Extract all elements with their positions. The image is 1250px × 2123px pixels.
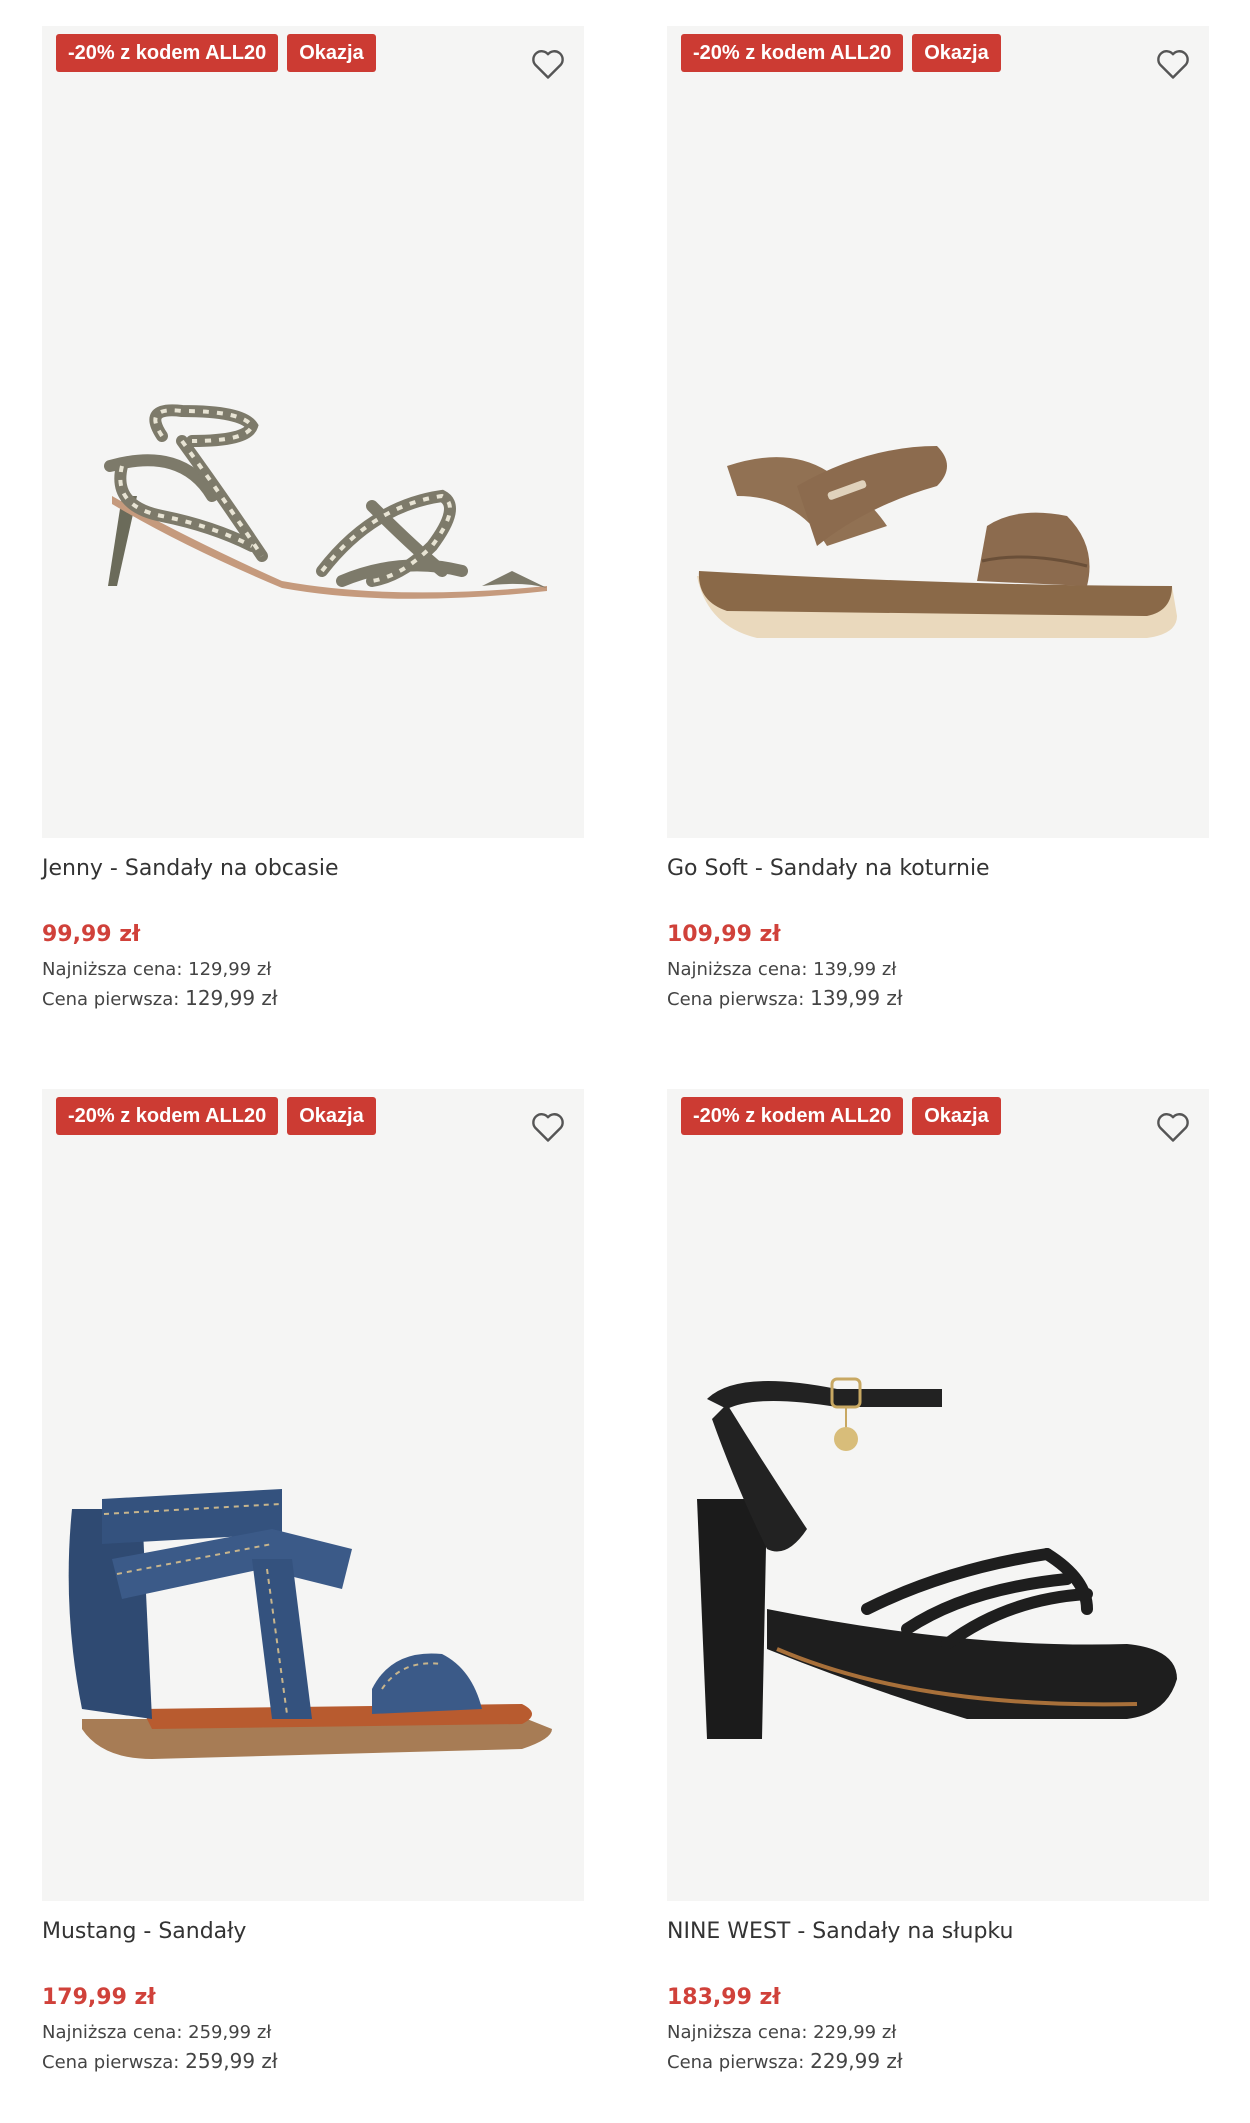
lowest-price-label: Najniższa cena:: [42, 959, 183, 980]
badge-group: -20% z kodem ALL20 Okazja: [56, 1097, 376, 1135]
first-price-label: Cena pierwsza:: [42, 989, 180, 1010]
deal-badge: Okazja: [912, 34, 1001, 72]
product-image[interactable]: -20% z kodem ALL20 Okazja: [667, 26, 1209, 838]
heart-icon[interactable]: [528, 44, 568, 84]
lowest-price-value: 259,99 zł: [188, 2022, 272, 2043]
lowest-price-value: 229,99 zł: [813, 2022, 897, 2043]
denim-sandal-image: [68, 1489, 552, 1759]
lowest-price-row: Najniższa cena: 129,99 zł Cena pierwsza:…: [42, 956, 584, 1014]
product-price: 109,99 zł: [667, 922, 781, 947]
product-title[interactable]: Mustang - Sandały: [42, 1917, 584, 1947]
promo-badge: -20% z kodem ALL20: [681, 34, 904, 72]
product-price: 183,99 zł: [667, 1985, 781, 2010]
product-card[interactable]: -20% z kodem ALL20 Okazja Jenny - Sandał…: [42, 26, 584, 1014]
product-title[interactable]: Go Soft - Sandały na koturnie: [667, 854, 1209, 884]
first-price-label: Cena pierwsza:: [667, 2052, 805, 2073]
block-heel-sandal-image: [697, 1377, 1177, 1739]
lowest-price-value: 129,99 zł: [188, 959, 272, 980]
strappy-heel-sandal-image: [104, 404, 547, 599]
deal-badge: Okazja: [287, 1097, 376, 1135]
first-price-label: Cena pierwsza:: [42, 2052, 180, 2073]
product-card[interactable]: -20% z kodem ALL20 Okazja Mustang - Sand…: [42, 1089, 584, 2077]
lowest-price-row: Najniższa cena: 139,99 zł Cena pierwsza:…: [667, 956, 1209, 1014]
badge-group: -20% z kodem ALL20 Okazja: [681, 34, 1001, 72]
lowest-price-label: Najniższa cena:: [667, 959, 808, 980]
lowest-price-row: Najniższa cena: 259,99 zł Cena pierwsza:…: [42, 2019, 584, 2077]
first-price-value: 129,99 zł: [185, 986, 278, 1010]
lowest-price-label: Najniższa cena:: [42, 2022, 183, 2043]
product-image[interactable]: -20% z kodem ALL20 Okazja: [667, 1089, 1209, 1901]
product-title[interactable]: NINE WEST - Sandały na słupku: [667, 1917, 1209, 1947]
product-price: 179,99 zł: [42, 1985, 156, 2010]
wedge-sandal-image: [697, 446, 1177, 638]
badge-group: -20% z kodem ALL20 Okazja: [681, 1097, 1001, 1135]
first-price-value: 259,99 zł: [185, 2049, 278, 2073]
product-grid: -20% z kodem ALL20 Okazja Jenny - Sandał…: [0, 0, 1250, 2123]
lowest-price-value: 139,99 zł: [813, 959, 897, 980]
lowest-price-label: Najniższa cena:: [667, 2022, 808, 2043]
product-image[interactable]: -20% z kodem ALL20 Okazja: [42, 1089, 584, 1901]
first-price-value: 139,99 zł: [810, 986, 903, 1010]
promo-badge: -20% z kodem ALL20: [681, 1097, 904, 1135]
heart-icon[interactable]: [1153, 1107, 1193, 1147]
first-price-value: 229,99 zł: [810, 2049, 903, 2073]
product-card[interactable]: -20% z kodem ALL20 Okazja Go Soft - Sand…: [667, 26, 1209, 1014]
deal-badge: Okazja: [287, 34, 376, 72]
badge-group: -20% z kodem ALL20 Okazja: [56, 34, 376, 72]
deal-badge: Okazja: [912, 1097, 1001, 1135]
heart-icon[interactable]: [528, 1107, 568, 1147]
first-price-label: Cena pierwsza:: [667, 989, 805, 1010]
product-card[interactable]: -20% z kodem ALL20 Okazja NINE WEST - Sa…: [667, 1089, 1209, 2077]
promo-badge: -20% z kodem ALL20: [56, 1097, 279, 1135]
promo-badge: -20% z kodem ALL20: [56, 34, 279, 72]
product-title[interactable]: Jenny - Sandały na obcasie: [42, 854, 584, 884]
heart-icon[interactable]: [1153, 44, 1193, 84]
product-image[interactable]: -20% z kodem ALL20 Okazja: [42, 26, 584, 838]
lowest-price-row: Najniższa cena: 229,99 zł Cena pierwsza:…: [667, 2019, 1209, 2077]
product-price: 99,99 zł: [42, 922, 141, 947]
